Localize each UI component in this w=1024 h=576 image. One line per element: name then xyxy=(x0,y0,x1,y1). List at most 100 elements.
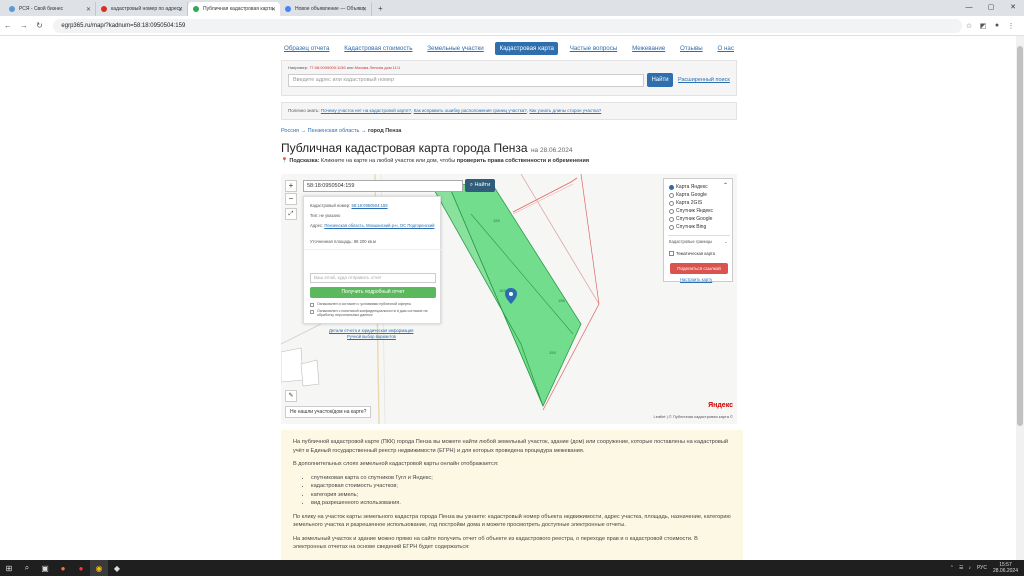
popup-area-label: Уточненная площадь: xyxy=(310,239,353,244)
new-tab-button[interactable]: + xyxy=(372,2,389,16)
browser-tab-active[interactable]: Публичная кадастровая карта ✕ xyxy=(188,2,280,16)
search-icon: ⌕ xyxy=(469,182,473,188)
useful-link[interactable]: Как узнать длины сторон участка? xyxy=(529,108,601,113)
nav-reviews[interactable]: Отзывы xyxy=(677,43,706,54)
thematic-option[interactable]: Тематическая карта xyxy=(669,251,715,256)
email-field[interactable]: Ваш email, куда отправить отчет xyxy=(310,273,436,283)
borders-select[interactable]: Кадастровые границы ⌄ xyxy=(669,239,728,244)
back-button[interactable]: ← xyxy=(0,21,16,30)
layer-option[interactable]: Спутник Google xyxy=(669,216,712,222)
chevron-up-icon[interactable]: ⌃ xyxy=(723,182,728,189)
search-hint: Например: 77:08:0009005:1156 или Москва … xyxy=(288,65,400,70)
building-shape[interactable] xyxy=(300,359,320,387)
volume-icon[interactable]: ♪ xyxy=(968,565,971,571)
web-page: Образец отчета Кадастровая стоимость Зем… xyxy=(0,36,1016,560)
nav-about[interactable]: О нас xyxy=(714,43,736,54)
chrome-icon[interactable]: ◉ xyxy=(90,560,108,576)
browser-tab[interactable]: кадастровый номер по адресу ✕ xyxy=(96,2,188,16)
map-settings-link[interactable]: Настроить карту xyxy=(680,277,712,282)
parcel-label: 159 xyxy=(493,218,500,223)
windows-start-icon[interactable]: ⊞ xyxy=(0,560,18,576)
url-field[interactable]: egrp365.ru/map/?kadnum=58:18:0950504:159 xyxy=(53,18,962,33)
popup-kad-value[interactable]: 58:18:0950504:159 xyxy=(351,203,387,208)
popup-kad-label: Кадастровый номер: xyxy=(310,203,351,208)
browser-tab[interactable]: РСЯ - Свой бизнес ✕ xyxy=(4,2,96,16)
nav-faq[interactable]: Частые вопросы xyxy=(567,43,621,54)
app-icon[interactable]: ◆ xyxy=(108,560,126,576)
consent-checkbox[interactable] xyxy=(310,310,314,314)
close-window-button[interactable]: ✕ xyxy=(1002,0,1024,16)
zoom-out-button[interactable]: − xyxy=(285,193,297,205)
nav-cadastral-map[interactable]: Кадастровая карта xyxy=(495,42,558,55)
parcel-border xyxy=(512,177,578,213)
cadastral-map[interactable]: 159 163 158 159 + − ⤢ ✎ 58:18:0950504:15… xyxy=(281,174,737,424)
network-icon[interactable]: ☰ xyxy=(959,565,963,571)
nav-cadastral-value[interactable]: Кадастровая стоимость xyxy=(341,43,415,54)
search-icon[interactable]: ⌕ xyxy=(18,560,36,576)
popup-addr-value[interactable]: Пензенская область, Мокшанский р-н, ОС П… xyxy=(324,223,434,228)
tab-close-icon[interactable]: ✕ xyxy=(86,6,91,13)
layer-option[interactable]: Спутник Яндекс xyxy=(669,208,713,214)
consent-checkbox[interactable] xyxy=(310,303,314,307)
not-found-link[interactable]: Не нашли участок/дом на карте? xyxy=(285,406,372,418)
popup-kad-row: Кадастровый номер: 58:18:0950504:159 xyxy=(310,203,388,208)
breadcrumb-item[interactable]: Пензенская область xyxy=(308,128,360,134)
ruler-icon[interactable]: ✎ xyxy=(285,390,297,402)
taskbar: ⊞ ⌕ ▣ ● ● ◉ ◆ ⌃ ☰ ♪ РУС 15:57 28.06.2024 xyxy=(0,560,1024,576)
window-controls: — ▢ ✕ xyxy=(958,0,1024,16)
star-icon[interactable]: ☆ xyxy=(962,22,976,30)
tab-favicon-icon xyxy=(285,6,291,12)
forward-button[interactable]: → xyxy=(16,21,32,30)
chevron-down-icon: ⌄ xyxy=(724,239,728,244)
manual-select-link[interactable]: Ручной выбор вариантов xyxy=(347,334,396,339)
layer-label: Карта 2GIS xyxy=(676,200,703,206)
nav-surveying[interactable]: Межевание xyxy=(629,43,668,54)
scrollbar-thumb[interactable] xyxy=(1017,46,1023,426)
map-attribution[interactable]: Leaflet | © Публичная кадастровая карта … xyxy=(654,414,733,419)
advanced-search-link[interactable]: Расширенный поиск xyxy=(678,77,730,83)
map-search-input[interactable]: 58:18:0950504:159 xyxy=(303,180,463,192)
layer-option[interactable]: Спутник Bing xyxy=(669,224,706,230)
minimize-button[interactable]: — xyxy=(958,0,980,16)
search-panel: Например: 77:08:0009005:1156 или Москва … xyxy=(281,60,737,96)
tray-chevron-icon[interactable]: ⌃ xyxy=(950,565,954,571)
useful-link[interactable]: Почему участок нет на кадастровой карте? xyxy=(321,108,411,113)
layer-option[interactable]: Карта Google xyxy=(669,192,707,198)
hint-example[interactable]: Москва Ленина дом 11/1 xyxy=(355,65,401,70)
language-indicator[interactable]: РУС xyxy=(977,565,987,571)
page-scrollbar[interactable] xyxy=(1016,36,1024,560)
extensions-icon[interactable]: ◩ xyxy=(976,22,990,30)
useful-link[interactable]: Как исправить ошибку расположения границ… xyxy=(414,108,527,113)
maximize-button[interactable]: ▢ xyxy=(980,0,1002,16)
hint-example[interactable]: 77:08:0009005:1156 xyxy=(309,65,345,70)
map-search-button[interactable]: ⌕ Найти xyxy=(465,179,495,192)
share-link-button[interactable]: Поделиться ссылкой xyxy=(670,263,728,274)
popup-type-value: не указано xyxy=(319,213,341,218)
yandex-browser-icon[interactable]: ● xyxy=(72,560,90,576)
building-shape[interactable] xyxy=(281,347,304,383)
parcel-label: 159 xyxy=(549,350,556,355)
browser-tab[interactable]: Новое объявление — Объявл ✕ xyxy=(280,2,372,16)
breadcrumb-item[interactable]: Россия xyxy=(281,128,299,134)
tab-close-icon[interactable]: ✕ xyxy=(271,6,276,13)
clock[interactable]: 15:57 28.06.2024 xyxy=(993,562,1018,574)
tab-close-icon[interactable]: ✕ xyxy=(362,6,367,13)
fullscreen-icon[interactable]: ⤢ xyxy=(285,208,297,220)
layer-option[interactable]: Карта Яндекс xyxy=(669,184,708,190)
firefox-icon[interactable]: ● xyxy=(54,560,72,576)
zoom-in-button[interactable]: + xyxy=(285,180,297,192)
thematic-label: Тематическая карта xyxy=(676,251,716,256)
get-report-button[interactable]: Получить подробный отчет xyxy=(310,287,436,298)
info-paragraph: По клику на участок карты земельного кад… xyxy=(293,513,731,529)
task-view-icon[interactable]: ▣ xyxy=(36,560,54,576)
layer-option[interactable]: Карта 2GIS xyxy=(669,200,702,206)
profile-icon[interactable]: ● xyxy=(990,22,1004,30)
nav-sample-report[interactable]: Образец отчета xyxy=(281,43,332,54)
search-button[interactable]: Найти xyxy=(647,73,673,87)
details-link[interactable]: Детали отчета и юридическая информация xyxy=(329,328,413,333)
search-input[interactable]: Введите адрес или кадастровый номер xyxy=(288,74,644,87)
tab-close-icon[interactable]: ✕ xyxy=(178,6,183,13)
menu-icon[interactable]: ⋮ xyxy=(1004,22,1018,30)
nav-land-plots[interactable]: Земельные участки xyxy=(424,43,486,54)
reload-button[interactable]: ↻ xyxy=(32,21,48,30)
